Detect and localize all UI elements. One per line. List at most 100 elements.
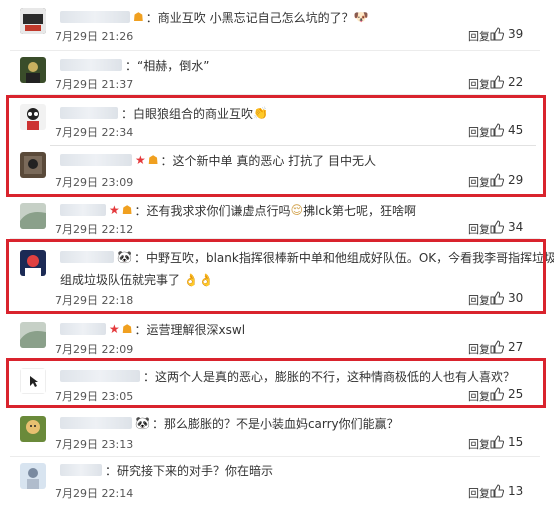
star-badge-icon: ★ [109,203,120,217]
thumbs-up-icon [490,173,504,187]
reply-button[interactable]: 回复 [468,388,490,404]
comment-text: ：那么膨胀的？不是小装血妈carry你们能赢？ [151,416,399,431]
comment-time: 7月29日 21:26 [55,30,134,43]
thumbs-up-icon [490,484,504,498]
thumbs-up-icon [490,220,504,234]
like-button[interactable]: 13 [490,484,532,498]
reply-button[interactable]: 回复 [468,436,490,452]
user-avatar[interactable] [20,57,46,83]
thumbs-up-icon [490,123,504,137]
comment-item: ☗ ：商业互吹 小黑忘记自己怎么坑的了？ 🐶 7月29日 21:26 回复 39 [10,0,540,51]
comment-time: 7月29日 23:09 [55,176,134,189]
doge-emoji-icon: 🐶 [353,10,369,24]
like-count: 25 [508,387,524,401]
like-button[interactable]: 27 [490,340,532,354]
reply-button[interactable]: 回复 [468,292,490,308]
like-count: 34 [508,220,524,234]
user-avatar[interactable] [20,203,46,229]
comment-text: ：运营理解很深xswl [134,322,246,337]
username-blurred[interactable] [60,204,106,216]
username-blurred[interactable] [60,107,118,119]
comment-item: 🐼 ：那么膨胀的？不是小装血妈carry你们能赢？ 7月29日 23:13 回复… [10,410,540,457]
username-blurred[interactable] [60,251,114,263]
username-blurred[interactable] [60,323,106,335]
reply-button[interactable]: 回复 [468,341,490,357]
reply-button[interactable]: 回复 [468,76,490,92]
like-count: 27 [508,340,524,354]
comment-item: ：“相赫，倒水” 7月29日 21:37 回复 22 [10,50,540,95]
comment-item: ★ ☗ ：运营理解很深xswl 7月29日 22:09 回复 27 [10,316,540,359]
comment-time: 7月29日 22:12 [55,223,134,236]
ok-hand-emoji-icon: 👌👌 [183,273,214,287]
reply-button[interactable]: 回复 [468,221,490,237]
username-blurred[interactable] [60,417,132,429]
comment-time: 7月29日 22:34 [55,126,134,139]
comment-time: 7月29日 22:14 [55,487,134,500]
user-avatar[interactable] [20,8,46,34]
vip-badge-icon: ☗ [147,153,159,167]
user-avatar[interactable] [20,416,46,442]
like-count: 29 [508,173,524,187]
comment-text: ：这个新中单 真的恶心 打抗了 目中无人 [160,153,376,168]
comment-text: ：中野互吹，blank指挥很棒新中单和他组成好队伍。OK，今看我李哥指挥垃圾和他 [133,250,554,265]
vip-badge-icon: ☗ [121,322,133,336]
thumbs-up-icon [490,387,504,401]
like-count: 22 [508,75,524,89]
comment-item: ：这两个人是真的恶心，膨胀的不行，这种情商极低的人也有人喜欢？ 7月29日 23… [10,360,540,406]
like-button[interactable]: 29 [490,173,532,187]
panda-badge-icon: 🐼 [117,250,132,264]
user-avatar[interactable] [20,104,46,130]
reply-button[interactable]: 回复 [468,124,490,140]
smile-emoji-icon: 😌 [290,203,304,217]
thumbs-up-icon [490,27,504,41]
comment-item: ：白眼狼组合的商业互吹 👏 7月29日 22:34 回复 45 [10,96,540,146]
comment-text: ：商业互吹 小黑忘记自己怎么坑的了？ [145,10,354,25]
star-badge-icon: ★ [135,153,146,167]
like-count: 39 [508,27,524,41]
like-button[interactable]: 30 [490,291,532,305]
like-count: 45 [508,123,524,137]
vip-badge-icon: ☗ [121,203,133,217]
comment-time: 7月29日 22:18 [55,294,134,307]
reply-button[interactable]: 回复 [468,485,490,501]
username-blurred[interactable] [60,464,102,476]
thumbs-up-icon [490,340,504,354]
comment-text: ：“相赫，倒水” [125,58,210,73]
user-avatar[interactable] [20,368,46,394]
thumbs-up-icon [490,75,504,89]
reply-button[interactable]: 回复 [468,28,490,44]
like-button[interactable]: 45 [490,123,532,137]
user-avatar[interactable] [20,322,46,348]
comment-text: ：还有我求求你们谦虚点行吗 [134,203,291,218]
like-count: 15 [508,435,524,449]
comment-text-continued: 拂lck第七呢，狂啥啊 [303,203,416,218]
like-button[interactable]: 15 [490,435,532,449]
star-badge-icon: ★ [109,322,120,336]
comment-item: ★ ☗ ：还有我求求你们谦虚点行吗 😌 拂lck第七呢，狂啥啊 7月29日 22… [10,198,540,239]
user-avatar[interactable] [20,463,46,489]
username-blurred[interactable] [60,370,140,382]
username-blurred[interactable] [60,154,132,166]
reply-button[interactable]: 回复 [468,174,490,190]
like-count: 13 [508,484,524,498]
comment-time: 7月29日 23:13 [55,438,134,451]
comment-item: 🐼 ：中野互吹，blank指挥很棒新中单和他组成好队伍。OK，今看我李哥指挥垃圾… [10,240,554,312]
divider [50,145,536,146]
username-blurred[interactable] [60,11,130,23]
vip-badge-icon: ☗ [133,10,144,24]
user-avatar[interactable] [20,152,46,178]
clap-emoji-icon: 👏 [253,106,268,120]
comment-text-line2: 组成垃圾队伍就完事了 [60,273,181,287]
like-button[interactable]: 22 [490,75,532,89]
username-blurred[interactable] [60,59,122,71]
like-button[interactable]: 39 [490,27,532,41]
like-count: 30 [508,291,524,305]
like-button[interactable]: 34 [490,220,532,234]
comment-text: ：这两个人是真的恶心，膨胀的不行，这种情商极低的人也有人喜欢？ [143,369,516,384]
like-button[interactable]: 25 [490,387,532,401]
thumbs-up-icon [490,435,504,449]
user-avatar[interactable] [20,250,46,276]
comment-time: 7月29日 22:09 [55,343,134,356]
comment-text: ：白眼狼组合的商业互吹 [121,106,254,121]
comment-item: ：研究接下来的对手？你在暗示 7月29日 22:14 回复 13 [10,457,540,505]
